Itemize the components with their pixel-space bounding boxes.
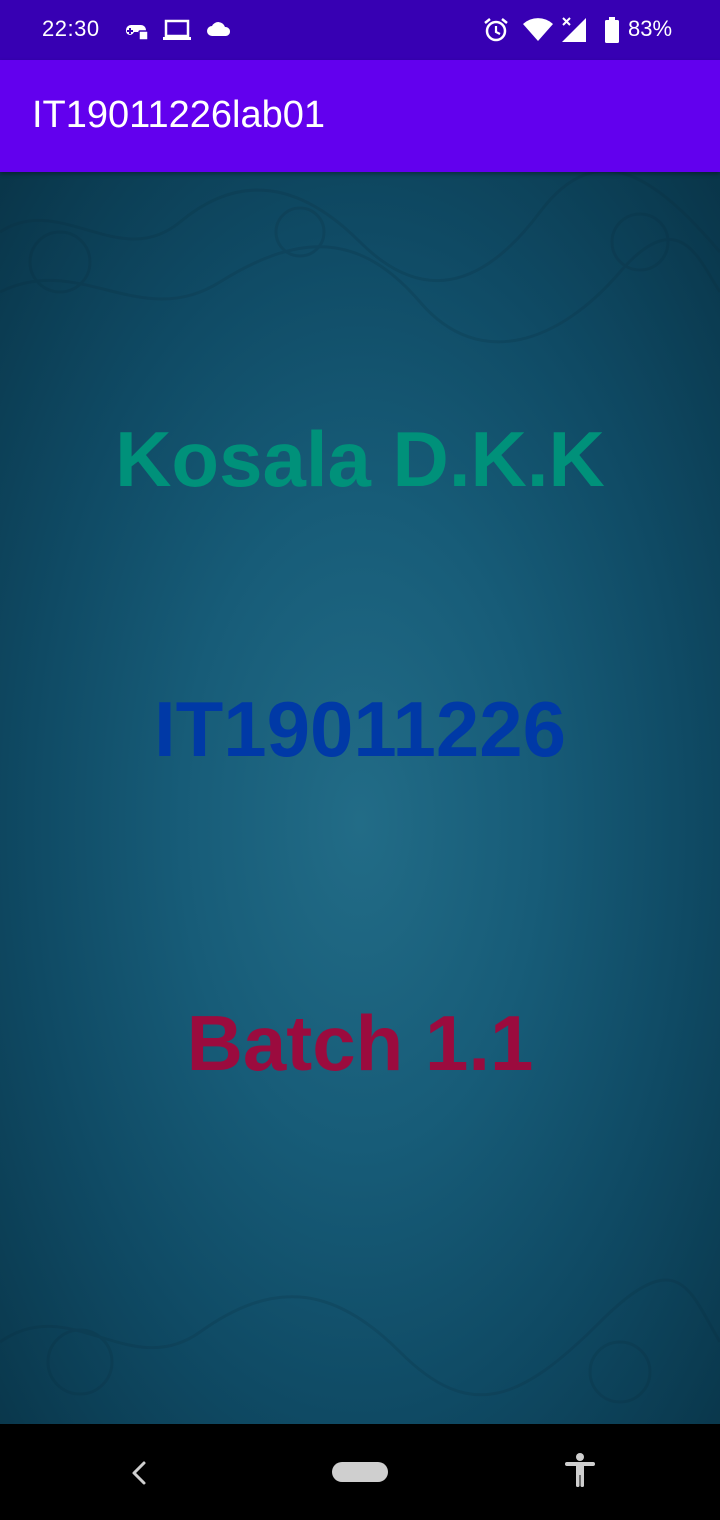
battery-icon bbox=[605, 17, 619, 43]
game-controller-icon bbox=[126, 25, 149, 41]
navigation-bar bbox=[0, 1424, 720, 1520]
laptop-icon bbox=[163, 19, 191, 40]
main-content: Kosala D.K.K IT19011226 Batch 1.1 bbox=[0, 172, 720, 1424]
status-bar: 22:30 83% bbox=[0, 0, 720, 60]
app-title: IT19011226lab01 bbox=[32, 94, 325, 136]
battery-percent: 83% bbox=[628, 16, 673, 41]
wifi-icon bbox=[523, 18, 553, 41]
accessibility-icon[interactable] bbox=[562, 1452, 598, 1488]
cloud-icon bbox=[207, 22, 231, 36]
student-name: Kosala D.K.K bbox=[115, 415, 605, 503]
alarm-icon bbox=[484, 18, 508, 42]
signal-icon bbox=[562, 17, 586, 42]
background-texture bbox=[0, 172, 720, 1404]
status-time: 22:30 bbox=[42, 16, 100, 41]
batch-label: Batch 1.1 bbox=[186, 999, 534, 1087]
back-icon[interactable] bbox=[126, 1458, 152, 1488]
app-bar: IT19011226lab01 bbox=[0, 60, 720, 172]
student-id: IT19011226 bbox=[153, 685, 567, 773]
screen: 22:30 83% IT19011226lab01 Kosala D.K.K I… bbox=[0, 0, 720, 1520]
home-pill[interactable] bbox=[332, 1462, 388, 1482]
